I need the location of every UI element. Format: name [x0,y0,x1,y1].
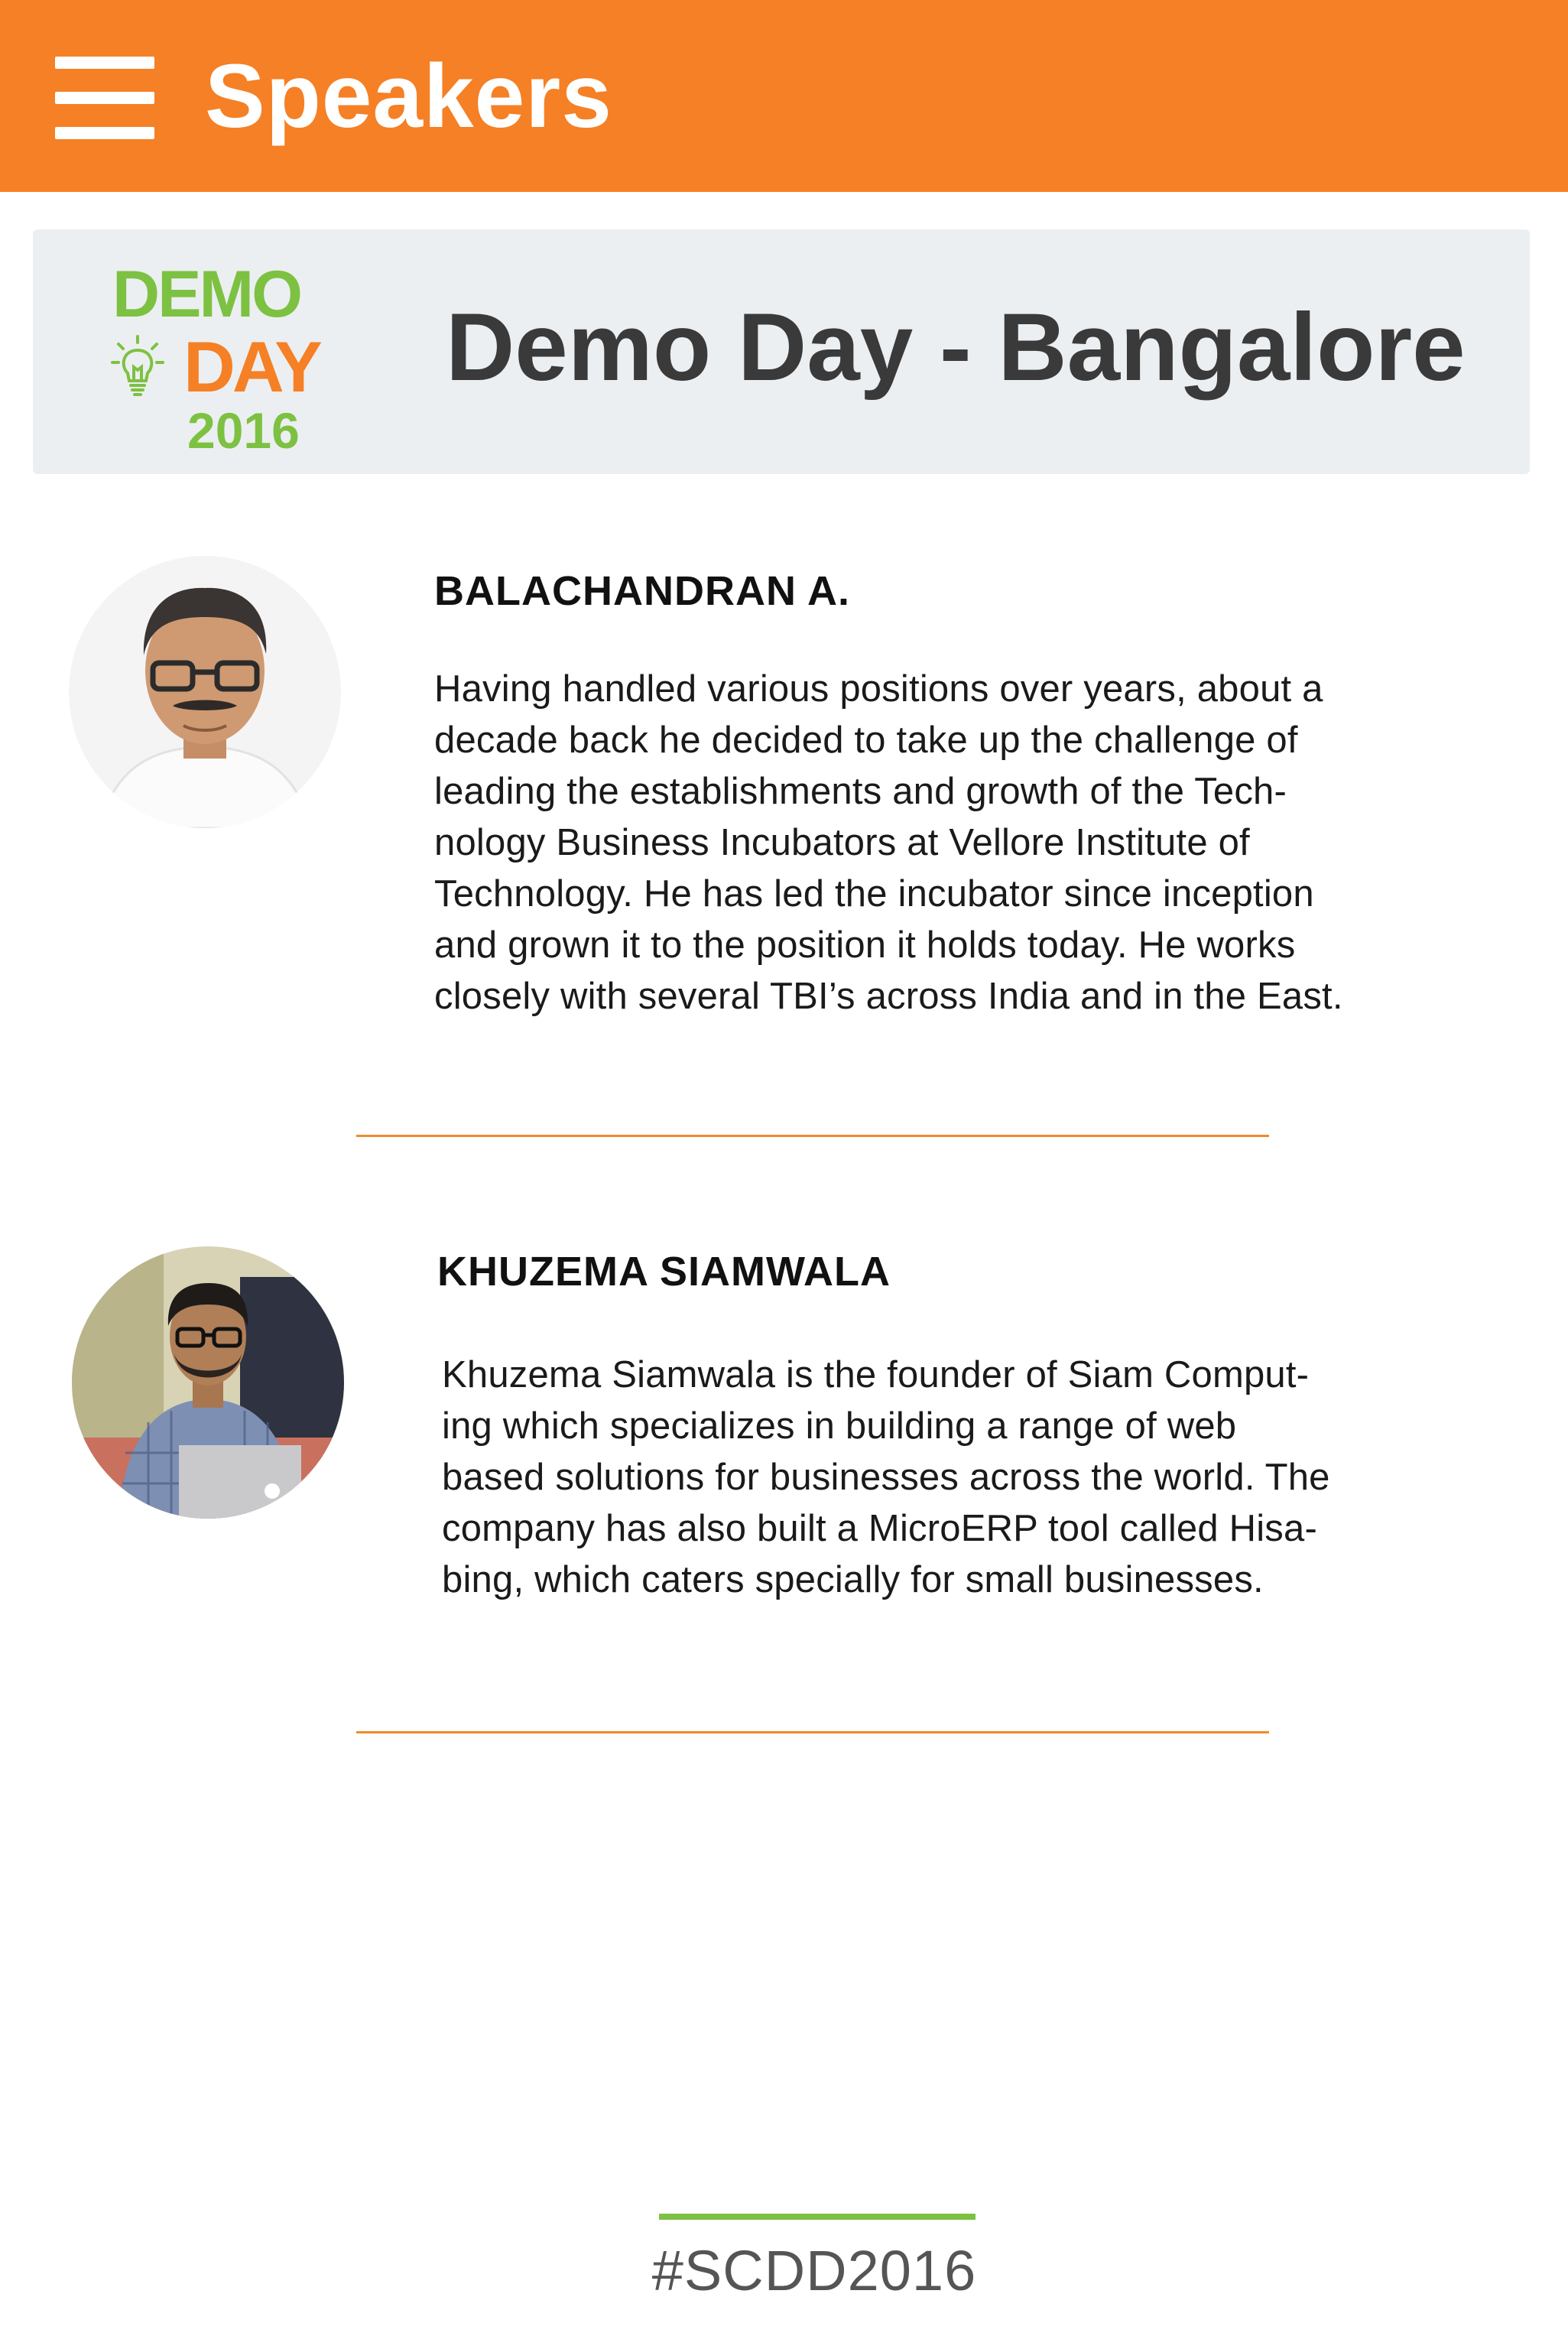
bio-line: Having handled various positions over ye… [434,668,1323,710]
logo-text-demo: DEMO [112,258,303,331]
section-divider [356,1731,1269,1733]
speaker-photo [69,556,341,828]
lightbulb-icon [111,335,164,396]
bio-line: nology Business Incubators at Vellore In… [434,822,1250,863]
speaker-avatar [72,1246,344,1519]
event-banner: DEMO DAY 2016 Demo Day - Bangalore [33,229,1530,474]
bio-line: bing, which caters specially for small b… [442,1559,1264,1600]
footer-accent-bar [659,2214,976,2220]
bio-line: closely with several TBI’s across India … [434,976,1343,1017]
speaker-name: KHUZEMA SIAMWALA [437,1249,891,1295]
speaker-photo [72,1246,344,1519]
speaker-bio: Khuzema Siamwala is the founder of Siam … [442,1350,1527,1606]
speaker-avatar [69,556,341,828]
page-title: Speakers [205,46,612,147]
logo-text-year: 2016 [187,402,300,459]
bio-line: and grown it to the position it holds to… [434,924,1296,966]
app-bar: Speakers [0,0,1568,192]
bio-line: based solutions for businesses across th… [442,1457,1330,1498]
bio-line: Khuzema Siamwala is the founder of Siam … [442,1354,1310,1395]
bio-line: ing which specializes in building a rang… [442,1405,1237,1447]
section-divider [356,1135,1269,1137]
logo-text-day: DAY [183,327,323,407]
speaker-bio: Having handled various positions over ye… [434,664,1520,1022]
event-title: Demo Day - Bangalore [446,294,1466,401]
bio-line: leading the establishments and growth of… [434,771,1287,812]
hamburger-menu-icon[interactable] [55,57,154,139]
speaker-name: BALACHANDRAN A. [434,568,850,614]
bio-line: Technology. He has led the incubator sin… [434,873,1314,915]
bio-line: company has also built a MicroERP tool c… [442,1508,1317,1549]
footer-hashtag: #SCDD2016 [651,2239,977,2302]
bio-line: decade back he decided to take up the ch… [434,720,1298,761]
demo-day-logo: DEMO DAY 2016 [80,258,323,457]
